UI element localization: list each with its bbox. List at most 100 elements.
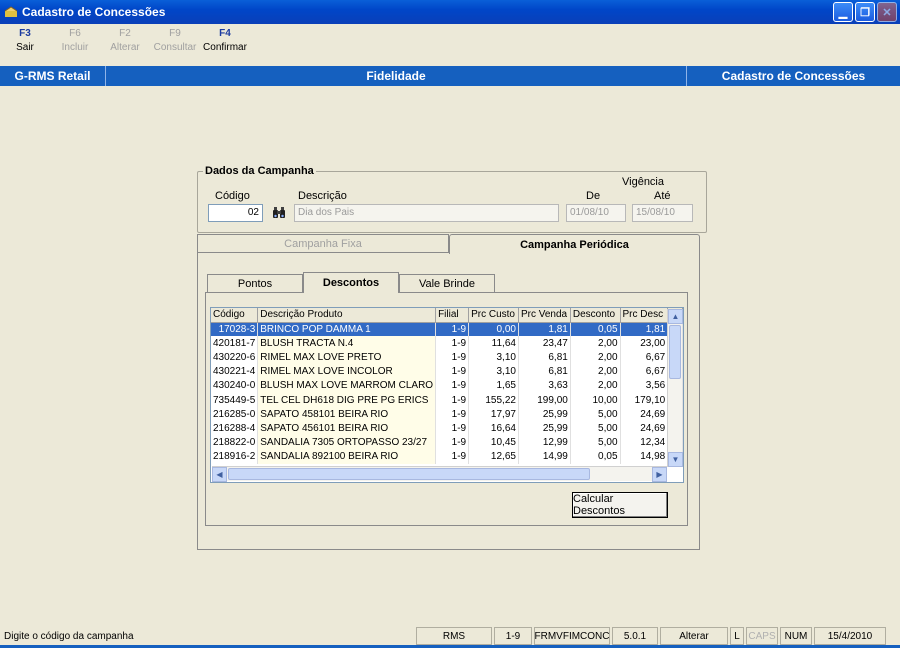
toolbar-incluir[interactable]: F6 Incluir	[50, 24, 100, 66]
table-cell: 1-9	[435, 435, 470, 450]
de-label: De	[586, 190, 601, 202]
tab-descontos[interactable]: Descontos	[303, 272, 399, 293]
status-l: L	[730, 627, 744, 645]
grid-header-row: Código Descrição Produto Filial Prc Cust…	[211, 308, 683, 323]
table-cell: 420181-7	[211, 336, 259, 351]
table-cell: 25,99	[518, 421, 571, 436]
status-system: RMS	[416, 627, 492, 645]
table-cell: 1-9	[435, 378, 470, 393]
minimize-button[interactable]: ▁	[833, 2, 853, 22]
table-cell: 17028-3	[211, 322, 259, 337]
close-button[interactable]: ✕	[877, 2, 897, 22]
toolbar-key: F3	[19, 28, 31, 39]
column-header[interactable]: Prc Custo	[468, 308, 519, 323]
table-row[interactable]: 216288-4 SAPATO 456101 BEIRA RIO 1-9 16,64 2…	[211, 421, 683, 436]
vigencia-de-input[interactable]: 01/08/10	[566, 204, 626, 222]
table-cell: 0,00	[468, 322, 519, 337]
table-cell: 1-9	[435, 421, 470, 436]
table-row[interactable]: 218822-0 SANDALIA 7305 ORTOPASSO 23/27 1-9…	[211, 435, 683, 450]
toolbar-consultar[interactable]: F9 Consultar	[150, 24, 200, 66]
toolbar-label: Confirmar	[203, 42, 247, 53]
vigencia-ate-input[interactable]: 15/08/10	[632, 204, 693, 222]
table-cell: 12,34	[620, 435, 669, 450]
restore-button[interactable]: ❐	[855, 2, 875, 22]
table-cell: 1,65	[468, 378, 519, 393]
scroll-right-button[interactable]: ▶	[652, 467, 667, 482]
table-cell: 3,63	[518, 378, 571, 393]
table-cell: 218822-0	[211, 435, 259, 450]
toolbar-key: F6	[69, 28, 81, 39]
table-cell: 735449-5	[211, 392, 259, 408]
discount-grid[interactable]: Código Descrição Produto Filial Prc Cust…	[210, 307, 684, 483]
grid-vertical-scrollbar[interactable]: ▲ ▼	[667, 309, 683, 467]
table-row[interactable]: 735449-5 TEL CEL DH618 DIG PRE PG ERICS 1-…	[211, 392, 683, 408]
toolbar-key: F9	[169, 28, 181, 39]
table-cell: 216288-4	[211, 421, 259, 436]
table-cell: 1,81	[620, 322, 669, 337]
toolbar-sair[interactable]: F3 Sair	[0, 24, 50, 66]
scroll-down-button[interactable]: ▼	[668, 452, 683, 467]
column-header[interactable]: Código	[211, 308, 259, 323]
group-title: Dados da Campanha	[203, 165, 316, 177]
chevron-left-icon: ◀	[216, 470, 223, 479]
column-header[interactable]: Filial	[435, 308, 470, 323]
title-bar: Cadastro de Concessões ▁ ❐ ✕	[0, 0, 900, 24]
table-cell: 1-9	[435, 364, 470, 379]
header-screen: Cadastro de Concessões	[721, 69, 866, 83]
table-cell: 12,99	[518, 435, 571, 450]
table-cell: 25,99	[518, 407, 571, 422]
column-header[interactable]: Prc Venda	[518, 308, 571, 323]
table-cell: SAPATO 456101 BEIRA RIO	[257, 421, 437, 436]
horizontal-scroll-thumb[interactable]	[228, 468, 590, 480]
scroll-left-button[interactable]: ◀	[212, 467, 227, 482]
codigo-input[interactable]: 02	[208, 204, 263, 222]
column-header[interactable]: Descrição Produto	[257, 308, 437, 323]
table-cell: 199,00	[518, 392, 571, 408]
status-mode: Alterar	[660, 627, 728, 645]
descricao-label: Descrição	[298, 190, 347, 202]
column-header[interactable]: Prc Desc	[620, 308, 669, 323]
chevron-right-icon: ▶	[656, 470, 663, 479]
table-cell: 6,81	[518, 364, 571, 379]
module-header-bar: G-RMS Retail Fidelidade Cadastro de Conc…	[0, 66, 900, 86]
tab-pontos[interactable]: Pontos	[207, 274, 303, 292]
table-cell: 216285-0	[211, 407, 259, 422]
table-cell: 12,65	[468, 449, 519, 464]
column-header[interactable]: Desconto	[570, 308, 621, 323]
table-cell: 23,47	[518, 336, 571, 351]
calculate-discounts-button[interactable]: Calcular Descontos	[572, 492, 668, 518]
table-cell: 2,00	[570, 364, 621, 379]
toolbar-confirmar[interactable]: F4 Confirmar	[200, 24, 250, 66]
header-module: Fidelidade	[106, 66, 687, 86]
descricao-input[interactable]: Dia dos Pais	[294, 204, 559, 222]
ate-label: Até	[654, 190, 671, 202]
toolbar-label: Sair	[16, 42, 34, 53]
status-version: 5.0.1	[612, 627, 658, 645]
table-row[interactable]: 216285-0 SAPATO 458101 BEIRA RIO 1-9 17,97 2…	[211, 407, 683, 422]
tab-vale-brinde[interactable]: Vale Brinde	[399, 274, 495, 292]
tab-campanha-fixa[interactable]: Campanha Fixa	[197, 234, 449, 253]
grid-horizontal-scrollbar[interactable]: ◀ ▶	[212, 466, 667, 482]
table-cell: 155,22	[468, 392, 519, 408]
table-row[interactable]: 17028-3 BRINCO POP DAMMA 1 1-9 0,00 1,81 0,05…	[211, 322, 683, 337]
search-button[interactable]	[270, 204, 288, 222]
minimize-icon: ▁	[838, 6, 848, 19]
table-cell: 430221-4	[211, 364, 259, 379]
toolbar-alterar[interactable]: F2 Alterar	[100, 24, 150, 66]
scroll-up-button[interactable]: ▲	[668, 309, 683, 324]
table-row[interactable]: 420181-7 BLUSH TRACTA N.4 1-9 11,64 23,47 2,0…	[211, 336, 683, 351]
table-cell: 2,00	[570, 378, 621, 393]
table-cell: RIMEL MAX LOVE INCOLOR	[257, 364, 437, 379]
table-row[interactable]: 430220-6 RIMEL MAX LOVE PRETO 1-9 3,10 6,81 2…	[211, 350, 683, 365]
table-row[interactable]: 430240-0 BLUSH MAX LOVE MARROM CLARO 1-9 1,…	[211, 378, 683, 393]
table-cell: 218916-2	[211, 449, 259, 464]
table-cell: 1-9	[435, 449, 470, 464]
table-cell: 5,00	[570, 407, 621, 422]
table-cell: BLUSH MAX LOVE MARROM CLARO	[257, 378, 437, 393]
table-cell: RIMEL MAX LOVE PRETO	[257, 350, 437, 365]
tab-campanha-periodica[interactable]: Campanha Periódica	[449, 234, 700, 254]
table-row[interactable]: 430221-4 RIMEL MAX LOVE INCOLOR 1-9 3,10 6,8…	[211, 364, 683, 379]
table-row[interactable]: 218916-2 SANDALIA 892100 BEIRA RIO 1-9 12,6…	[211, 449, 683, 464]
table-cell: 24,69	[620, 421, 669, 436]
vertical-scroll-thumb[interactable]	[669, 325, 681, 379]
